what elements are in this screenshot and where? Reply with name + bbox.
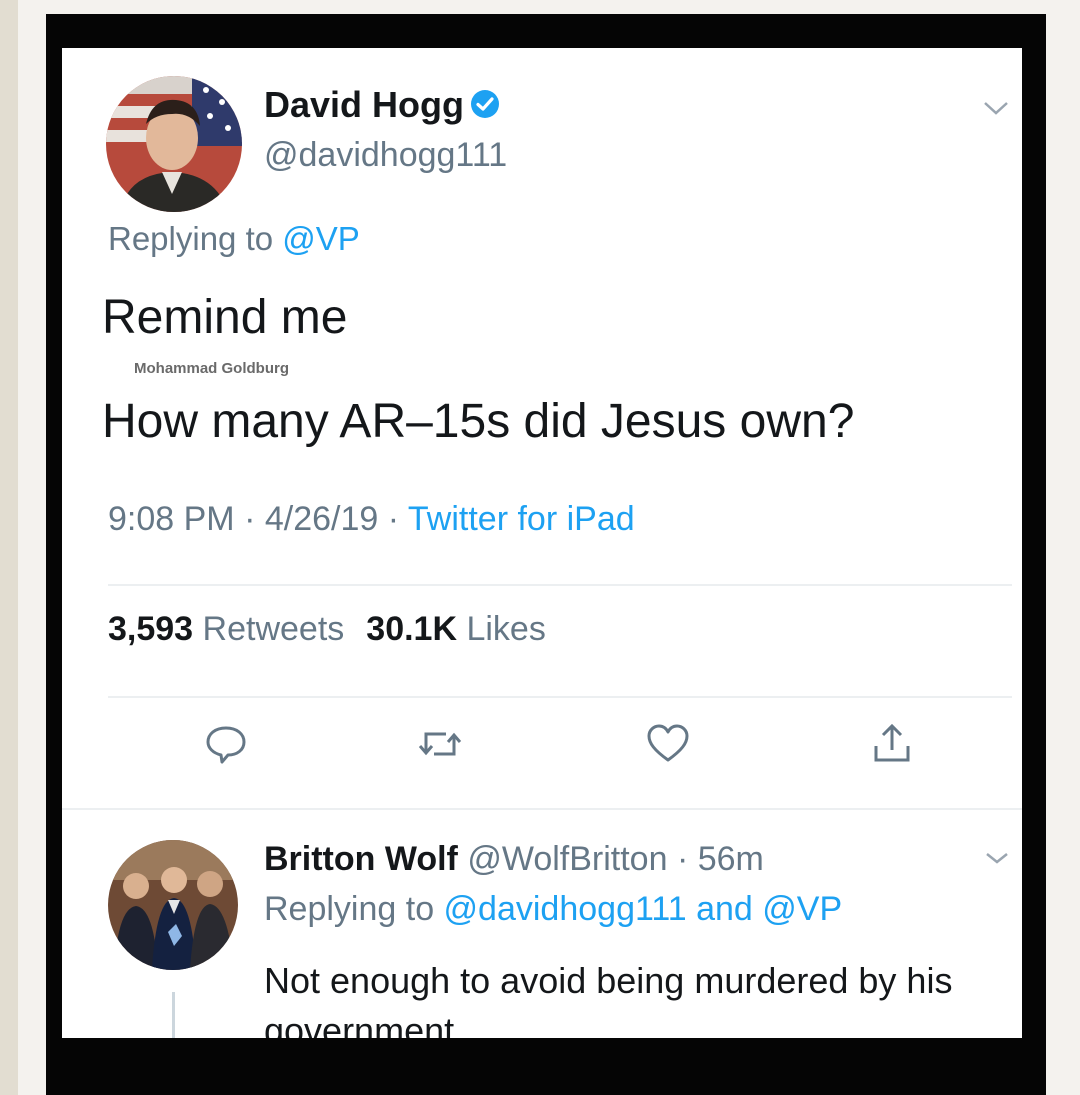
reply-author-line: Britton Wolf @WolfBritton · 56m	[264, 840, 764, 879]
reply-author-handle[interactable]: @WolfBritton	[467, 840, 667, 878]
replying-prefix: Replying to	[108, 220, 283, 257]
watermark: Mohammad Goldburg	[134, 360, 289, 377]
reply-text: Not enough to avoid being murdered by hi…	[264, 960, 953, 1038]
likes-count: 30.1K	[366, 610, 458, 648]
tweet-date: 4/26/19	[264, 500, 379, 538]
thread-line	[172, 992, 175, 1038]
tweet-meta: 9:08 PM · 4/26/19 · Twitter for iPad	[108, 500, 635, 539]
reply-replying-prefix: Replying to	[264, 890, 444, 928]
tweet-text-line-2: How many AR–15s did Jesus own?	[102, 395, 855, 448]
left-edge-strip	[0, 0, 18, 1095]
reply-replying-to: Replying to @davidhogg111 and @VP	[264, 890, 842, 929]
author-name[interactable]: David Hogg	[264, 84, 500, 128]
reply-author-name[interactable]: Britton Wolf	[264, 840, 458, 878]
reply-chevron-down-icon[interactable]	[984, 844, 1010, 872]
author-name-text: David Hogg	[264, 84, 465, 125]
reply-icon[interactable]	[202, 720, 250, 768]
reply-replying-and: and	[686, 890, 763, 928]
verified-badge-icon	[470, 86, 500, 128]
likes-stat[interactable]: 30.1K Likes	[366, 610, 546, 648]
author-handle[interactable]: @davidhogg111	[264, 136, 507, 175]
retweets-stat[interactable]: 3,593 Retweets	[108, 610, 344, 648]
divider	[62, 808, 1022, 810]
chevron-down-icon[interactable]	[982, 92, 1010, 123]
tweet-stats: 3,593 Retweets 30.1K Likes	[108, 610, 546, 649]
retweets-label: Retweets	[202, 610, 345, 648]
reply-replying-link-1[interactable]: @davidhogg111	[444, 890, 687, 928]
reply-author-avatar[interactable]	[108, 840, 238, 970]
author-avatar[interactable]	[106, 76, 242, 212]
reply-age: 56m	[697, 840, 764, 878]
retweets-count: 3,593	[108, 610, 194, 648]
screenshot-frame: David Hogg @davidhogg111 Replying to @VP…	[46, 14, 1046, 1095]
like-icon[interactable]	[644, 720, 692, 768]
reply-separator: ·	[667, 840, 698, 878]
reply-replying-link-2[interactable]: @VP	[762, 890, 842, 928]
retweet-icon[interactable]	[416, 720, 464, 768]
likes-label: Likes	[466, 610, 546, 648]
divider	[108, 584, 1012, 586]
tweet-time: 9:08 PM	[108, 500, 235, 538]
meta-separator: ·	[234, 500, 265, 538]
meta-separator: ·	[378, 500, 408, 538]
tweet-source-link[interactable]: Twitter for iPad	[408, 500, 635, 538]
replying-to-link[interactable]: @VP	[282, 220, 360, 257]
divider	[108, 696, 1012, 698]
tweet-text-line-1: Remind me	[102, 291, 348, 344]
share-icon[interactable]	[868, 720, 916, 768]
replying-to: Replying to @VP	[108, 220, 360, 258]
tweet-card: David Hogg @davidhogg111 Replying to @VP…	[62, 48, 1022, 1038]
